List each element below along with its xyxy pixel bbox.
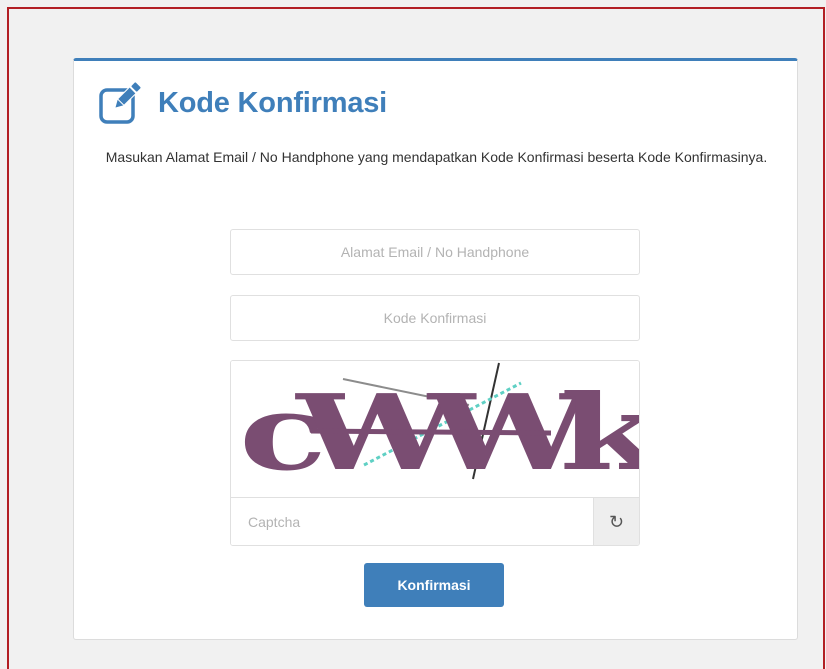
page-title: Kode Konfirmasi bbox=[158, 86, 388, 119]
page-frame: Kode Konfirmasi Masukan Alamat Email / N… bbox=[7, 7, 825, 669]
captcha-group: cWWk ↻ bbox=[230, 360, 640, 546]
captcha-input[interactable] bbox=[231, 497, 593, 545]
email-phone-input[interactable] bbox=[230, 229, 640, 275]
edit-icon bbox=[99, 81, 142, 124]
confirm-button[interactable]: Konfirmasi bbox=[364, 563, 504, 607]
refresh-icon: ↻ bbox=[608, 511, 625, 532]
captcha-image: cWWk bbox=[231, 361, 639, 497]
instruction-text: Masukan Alamat Email / No Handphone yang… bbox=[105, 149, 768, 165]
captcha-refresh-button[interactable]: ↻ bbox=[593, 497, 639, 545]
confirmation-code-input[interactable] bbox=[230, 295, 640, 341]
confirmation-card: Kode Konfirmasi Masukan Alamat Email / N… bbox=[73, 58, 798, 640]
card-header: Kode Konfirmasi bbox=[98, 81, 387, 125]
